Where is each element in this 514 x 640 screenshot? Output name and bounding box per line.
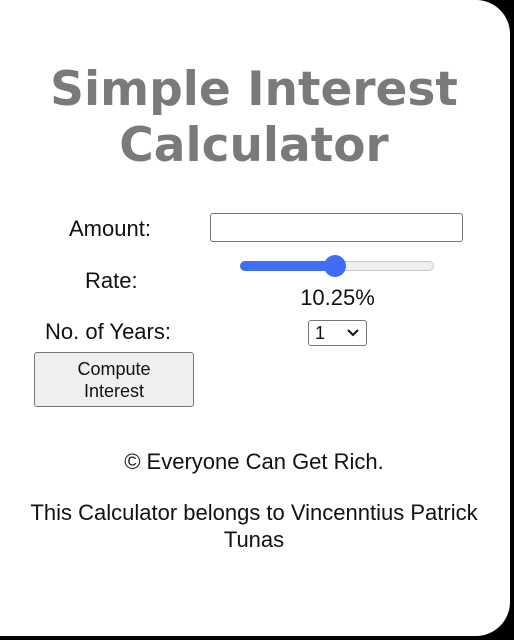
years-select-value: 1	[315, 323, 326, 343]
title-line-2: Calculator	[119, 118, 389, 173]
title-line-1: Simple Interest	[50, 62, 458, 117]
page-title: Simple Interest Calculator	[0, 62, 508, 174]
compute-interest-button[interactable]: Compute Interest	[34, 352, 194, 407]
calculator-card: Simple Interest Calculator Amount: Rate:…	[0, 0, 510, 636]
amount-input[interactable]	[210, 213, 463, 242]
rate-label: Rate:	[85, 268, 138, 293]
rate-slider-thumb[interactable]	[324, 255, 347, 277]
rate-value: 10.25%	[300, 285, 375, 310]
copyright-text: © Everyone Can Get Rich.	[124, 449, 384, 474]
years-label: No. of Years:	[45, 319, 171, 344]
years-select[interactable]: 1	[308, 320, 367, 346]
chevron-down-icon	[347, 329, 359, 337]
rate-slider[interactable]	[240, 255, 434, 277]
rate-slider-fill	[240, 261, 336, 271]
owner-text: This Calculator belongs to Vincenntius P…	[30, 500, 478, 552]
amount-label: Amount:	[69, 216, 151, 241]
